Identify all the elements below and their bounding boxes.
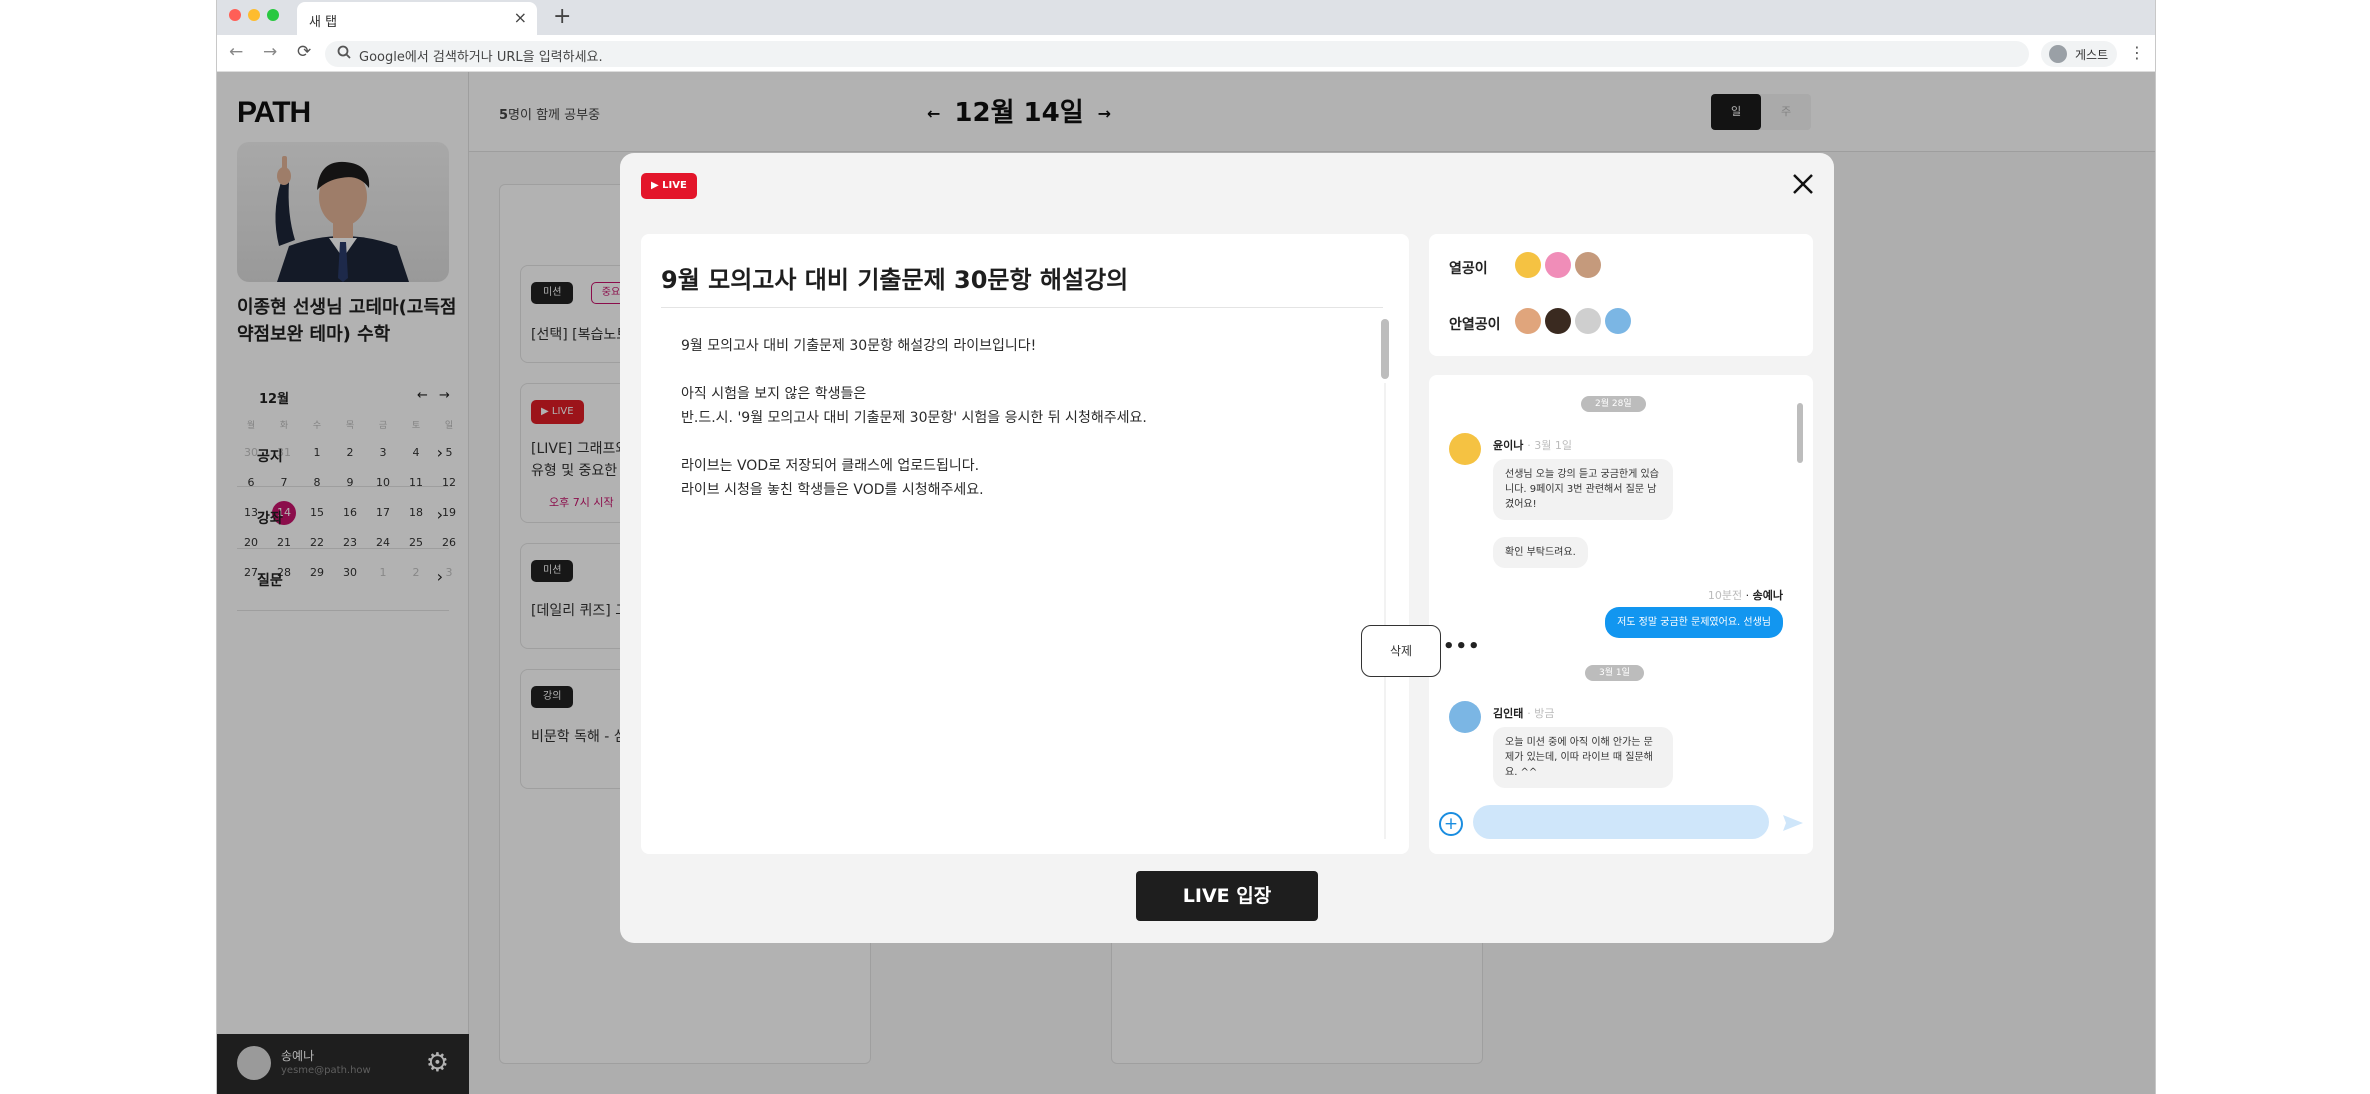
sender-name: 윤이나 [1493, 439, 1524, 452]
profile-button[interactable]: 게스트 [2041, 41, 2117, 67]
date-divider: 3월 1일 [1585, 665, 1644, 681]
chat-scrollbar[interactable] [1797, 403, 1803, 463]
browser-menu-icon[interactable]: ⋮ [2129, 43, 2145, 62]
description-line [681, 358, 1147, 382]
chat-bubble: 오늘 미션 중에 아직 이해 안가는 문제가 있는데, 이따 라이브 때 질문해… [1493, 727, 1673, 788]
add-attachment-button[interactable]: + [1439, 812, 1463, 836]
my-chat-bubble: 저도 정말 궁금한 문제였어요. 선생님 [1605, 607, 1783, 638]
tab-strip: 새 탭 × + [217, 0, 2155, 35]
close-icon[interactable] [1788, 169, 1818, 199]
tab-title: 새 탭 [309, 15, 338, 30]
lecture-title: 9월 모의고사 대비 기출문제 30문항 해설강의 [661, 266, 1129, 294]
message-time-text: 방금 [1534, 707, 1555, 720]
scroll-thumb[interactable] [1381, 319, 1389, 379]
tab-close-icon[interactable]: × [514, 8, 527, 27]
live-badge: ▶ LIVE [641, 173, 697, 199]
scroll-track [1384, 383, 1386, 839]
description-line: 반.드.시. '9월 모의고사 대비 기출문제 30문항' 시험을 응시한 뒤 … [681, 410, 1147, 426]
profile-icon [2049, 45, 2067, 63]
chat-panel: 2월 28일 윤이나 · 3월 1일 선생님 오늘 강의 듣고 궁금한게 있습니… [1429, 375, 1813, 854]
forward-icon[interactable]: → [263, 42, 277, 62]
description-line: 아직 시험을 보지 않은 학생들은 [681, 386, 867, 402]
lecture-description: 9월 모의고사 대비 기출문제 30문항 해설강의 라이브입니다! 아직 시험을… [681, 334, 1147, 502]
message-time: · 3월 1일 [1527, 439, 1572, 452]
my-message-meta: 10분전 · 송예나 [1707, 589, 1783, 602]
send-icon[interactable] [1781, 811, 1805, 835]
chat-sender: 윤이나 · 3월 1일 [1493, 437, 1572, 453]
participants-panel: 열공이 안열공이 [1429, 234, 1813, 356]
avatar[interactable] [1545, 252, 1571, 278]
browser-toolbar: ← → ⟳ Google에서 검색하거나 URL을 입력하세요. 게스트 ⋮ [217, 35, 2155, 72]
more-options-icon[interactable]: ••• [1443, 636, 1481, 657]
chat-bubble: 선생님 오늘 강의 듣고 궁금한게 있습니다. 9페이지 3번 관련해서 질문 … [1493, 459, 1673, 520]
maximize-window-dot[interactable] [267, 9, 279, 21]
browser-tab[interactable]: 새 탭 × [297, 2, 537, 35]
sender-name: 김인태 [1493, 707, 1524, 720]
browser-window: 새 탭 × + ← → ⟳ Google에서 검색하거나 URL을 입력하세요.… [216, 0, 2156, 1094]
address-bar[interactable]: Google에서 검색하거나 URL을 입력하세요. [325, 41, 2029, 67]
live-detail-modal: ▶ LIVE 9월 모의고사 대비 기출문제 30문항 해설강의 9월 모의고사… [620, 153, 1834, 943]
chat-sender: 김인태 · 방금 [1493, 705, 1554, 721]
avatar[interactable] [1449, 433, 1481, 465]
date-divider: 2월 28일 [1581, 396, 1646, 412]
message-time: · 방금 [1527, 707, 1555, 720]
message-time: 10분전 [1707, 589, 1743, 602]
avatar[interactable] [1605, 308, 1631, 334]
profile-label: 게스트 [2075, 48, 2109, 62]
description-line: 라이브 시청을 놓친 학생들은 VOD를 시청해주세요. [681, 482, 984, 498]
sender-name: 송예나 [1752, 589, 1783, 602]
minimize-window-dot[interactable] [248, 9, 260, 21]
reload-icon[interactable]: ⟳ [297, 42, 311, 62]
search-icon [335, 43, 355, 67]
description-line: 라이브는 VOD로 저장되어 클래스에 업로드됩니다. [681, 458, 980, 474]
close-window-dot[interactable] [229, 9, 241, 21]
live-enter-button[interactable]: LIVE 입장 [1136, 871, 1318, 921]
back-icon[interactable]: ← [229, 42, 243, 62]
description-line [681, 430, 1147, 454]
modal-overlay[interactable]: ▶ LIVE 9월 모의고사 대비 기출문제 30문항 해설강의 9월 모의고사… [217, 72, 2155, 1094]
description-scrollbar[interactable] [1381, 319, 1389, 839]
avatar[interactable] [1545, 308, 1571, 334]
active-label: 열공이 [1449, 261, 1488, 277]
chat-input[interactable] [1473, 805, 1769, 839]
message-time-text: 3월 1일 [1534, 439, 1572, 452]
lecture-description-panel: 9월 모의고사 대비 기출문제 30문항 해설강의 9월 모의고사 대비 기출문… [641, 234, 1409, 854]
avatar[interactable] [1515, 308, 1541, 334]
chat-bubble: 확인 부탁드려요. [1493, 537, 1588, 568]
title-divider [661, 307, 1383, 308]
live-badge-label: LIVE [662, 180, 687, 191]
new-tab-icon[interactable]: + [553, 4, 571, 29]
avatar[interactable] [1449, 701, 1481, 733]
address-placeholder: Google에서 검색하거나 URL을 입력하세요. [359, 50, 603, 65]
description-line: 9월 모의고사 대비 기출문제 30문항 해설강의 라이브입니다! [681, 338, 1037, 354]
avatar[interactable] [1575, 308, 1601, 334]
inactive-label: 안열공이 [1449, 317, 1501, 333]
avatar[interactable] [1515, 252, 1541, 278]
delete-button[interactable]: 삭제 [1361, 625, 1441, 677]
avatar[interactable] [1575, 252, 1601, 278]
